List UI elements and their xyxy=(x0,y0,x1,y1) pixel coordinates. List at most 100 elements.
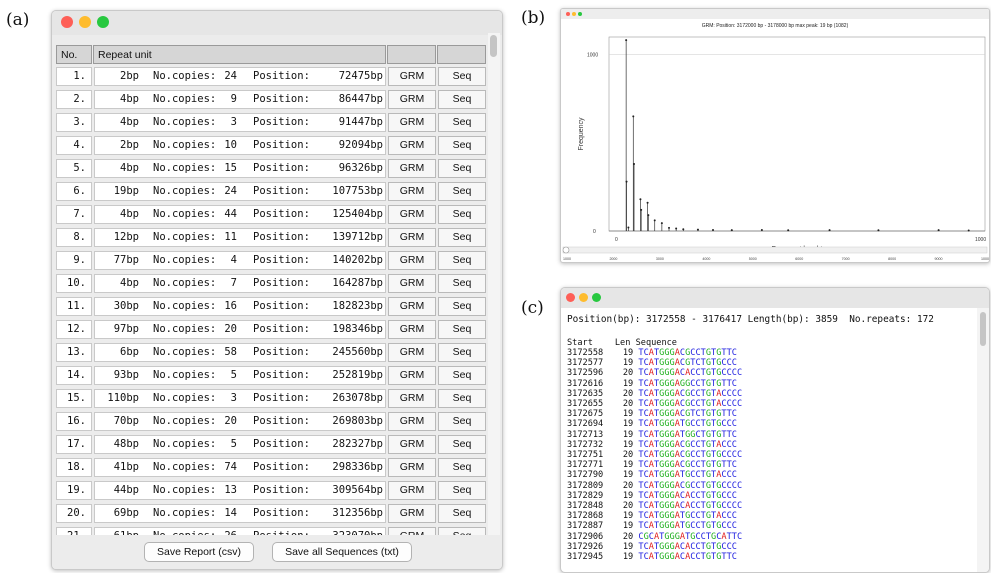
grm-button[interactable]: GRM xyxy=(388,504,436,523)
grm-button[interactable]: GRM xyxy=(388,481,436,500)
grm-button[interactable]: GRM xyxy=(388,136,436,155)
copies-value: 7 xyxy=(230,277,237,289)
panel-label-a: (a) xyxy=(6,10,30,30)
grm-button[interactable]: GRM xyxy=(388,320,436,339)
zoom-window-button[interactable] xyxy=(97,16,109,28)
sequence-bases: CGCATGGGATGCCTGCATTC xyxy=(638,531,743,542)
seq-button[interactable]: Seq xyxy=(438,504,486,523)
column-header-seq[interactable] xyxy=(437,45,486,64)
row-info[interactable]: 4bp No.copies: 15 Position: 96326bp xyxy=(94,159,386,178)
grm-button[interactable]: GRM xyxy=(388,389,436,408)
seq-button[interactable]: Seq xyxy=(438,458,486,477)
copies-label: No.copies: xyxy=(153,116,217,128)
seq-button[interactable]: Seq xyxy=(438,366,486,385)
sequence-bases: TCATGGGATGCCTGTGCCC xyxy=(638,521,737,532)
close-window-button[interactable] xyxy=(61,16,73,28)
seq-button[interactable]: Seq xyxy=(438,297,486,316)
row-number: 8. xyxy=(56,228,92,247)
row-info[interactable]: 2bp No.copies: 24 Position: 72475bp xyxy=(94,67,386,86)
minimize-window-button[interactable] xyxy=(572,12,576,16)
grm-button[interactable]: GRM xyxy=(388,205,436,224)
sequence-row: 3172868 19 TCATGGGATGCCTGTACCC xyxy=(567,511,737,521)
row-info[interactable]: 70bp No.copies: 20 Position: 269803bp xyxy=(94,412,386,431)
seq-button[interactable]: Seq xyxy=(438,228,486,247)
row-info[interactable]: 48bp No.copies: 5 Position: 282327bp xyxy=(94,435,386,454)
seq-button[interactable]: Seq xyxy=(438,320,486,339)
row-info[interactable]: 4bp No.copies: 3 Position: 91447bp xyxy=(94,113,386,132)
grm-button[interactable]: GRM xyxy=(388,274,436,293)
grm-button[interactable]: GRM xyxy=(388,458,436,477)
window-titlebar[interactable] xyxy=(561,288,989,308)
seq-button[interactable]: Seq xyxy=(438,389,486,408)
row-number: 18. xyxy=(56,458,92,477)
save-all-sequences-button[interactable]: Save all Sequences (txt) xyxy=(272,542,412,562)
sequence-scrollbar[interactable] xyxy=(977,308,989,572)
grm-button[interactable]: GRM xyxy=(388,228,436,247)
row-info[interactable]: 44bp No.copies: 13 Position: 309564bp xyxy=(94,481,386,500)
position-label: Position: xyxy=(253,116,310,128)
seq-button[interactable]: Seq xyxy=(438,90,486,109)
sequence-scrollbar-thumb[interactable] xyxy=(980,312,986,346)
data-point xyxy=(639,198,642,201)
close-window-button[interactable] xyxy=(566,293,575,302)
save-report-button[interactable]: Save Report (csv) xyxy=(144,542,254,562)
data-point xyxy=(712,228,714,231)
seq-button[interactable]: Seq xyxy=(438,435,486,454)
row-info[interactable]: 30bp No.copies: 16 Position: 182823bp xyxy=(94,297,386,316)
seq-button[interactable]: Seq xyxy=(438,182,486,201)
y-tick-label: 0 xyxy=(593,229,596,235)
row-info[interactable]: 4bp No.copies: 7 Position: 164287bp xyxy=(94,274,386,293)
window-titlebar[interactable] xyxy=(52,11,502,35)
seq-button[interactable]: Seq xyxy=(438,205,486,224)
row-info[interactable]: 6bp No.copies: 58 Position: 245560bp xyxy=(94,343,386,362)
grm-button[interactable]: GRM xyxy=(388,297,436,316)
row-info[interactable]: 41bp No.copies: 74 Position: 298336bp xyxy=(94,458,386,477)
grm-button[interactable]: GRM xyxy=(388,182,436,201)
row-info[interactable]: 69bp No.copies: 14 Position: 312356bp xyxy=(94,504,386,523)
row-info[interactable]: 12bp No.copies: 11 Position: 139712bp xyxy=(94,228,386,247)
grm-button[interactable]: GRM xyxy=(388,366,436,385)
row-info[interactable]: 2bp No.copies: 10 Position: 92094bp xyxy=(94,136,386,155)
row-info[interactable]: 93bp No.copies: 5 Position: 252819bp xyxy=(94,366,386,385)
seq-button[interactable]: Seq xyxy=(438,412,486,431)
sequence-row: 3172771 19 TCATGGGACGCCTGTGTTC xyxy=(567,460,737,470)
row-info[interactable]: 4bp No.copies: 9 Position: 86447bp xyxy=(94,90,386,109)
seq-button[interactable]: Seq xyxy=(438,343,486,362)
column-header-grm[interactable] xyxy=(387,45,436,64)
grm-button[interactable]: GRM xyxy=(388,251,436,270)
window-titlebar[interactable] xyxy=(561,9,989,19)
seq-button[interactable]: Seq xyxy=(438,113,486,132)
data-point xyxy=(647,214,650,217)
zoom-window-button[interactable] xyxy=(592,293,601,302)
row-info[interactable]: 77bp No.copies: 4 Position: 140202bp xyxy=(94,251,386,270)
row-info[interactable]: 19bp No.copies: 24 Position: 107753bp xyxy=(94,182,386,201)
minimize-window-button[interactable] xyxy=(579,293,588,302)
sequence-row: 3172906 20 CGCATGGGATGCCTGCATTC xyxy=(567,532,742,542)
seq-button[interactable]: Seq xyxy=(438,274,486,293)
sequence-bases: TCATGGGACGCCTGTGCCCC xyxy=(638,480,743,491)
seq-button[interactable]: Seq xyxy=(438,481,486,500)
column-header-repeat-unit[interactable]: Repeat unit xyxy=(93,45,386,64)
seq-button[interactable]: Seq xyxy=(438,251,486,270)
seq-button[interactable]: Seq xyxy=(438,159,486,178)
table-scrollbar-thumb[interactable] xyxy=(490,35,497,57)
grm-button[interactable]: GRM xyxy=(388,343,436,362)
minimize-window-button[interactable] xyxy=(79,16,91,28)
grm-button[interactable]: GRM xyxy=(388,159,436,178)
sequence-row: 3172616 19 TCATGGGAGGCCTGTGTTC xyxy=(567,379,737,389)
row-info[interactable]: 4bp No.copies: 44 Position: 125404bp xyxy=(94,205,386,224)
seq-button[interactable]: Seq xyxy=(438,136,486,155)
grm-button[interactable]: GRM xyxy=(388,435,436,454)
table-scrollbar[interactable] xyxy=(488,33,500,535)
seq-button[interactable]: Seq xyxy=(438,67,486,86)
zoom-window-button[interactable] xyxy=(578,12,582,16)
row-info[interactable]: 110bp No.copies: 3 Position: 263078bp xyxy=(94,389,386,408)
row-info[interactable]: 97bp No.copies: 20 Position: 198346bp xyxy=(94,320,386,339)
grm-button[interactable]: GRM xyxy=(388,67,436,86)
grm-button[interactable]: GRM xyxy=(388,90,436,109)
column-header-no[interactable]: No. xyxy=(56,45,92,64)
sequence-start: 3172675 xyxy=(567,409,604,420)
close-window-button[interactable] xyxy=(566,12,570,16)
grm-button[interactable]: GRM xyxy=(388,113,436,132)
grm-button[interactable]: GRM xyxy=(388,412,436,431)
